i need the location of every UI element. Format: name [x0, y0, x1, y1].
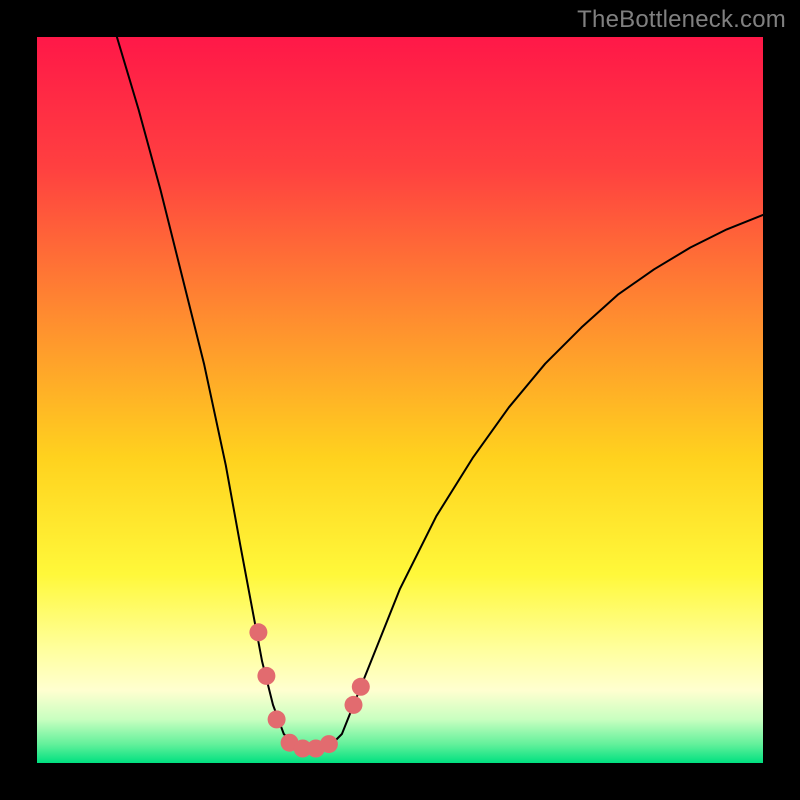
- highlight-marker: [249, 623, 267, 641]
- bottleneck-chart: [0, 0, 800, 800]
- highlight-marker: [352, 678, 370, 696]
- highlight-marker: [257, 667, 275, 685]
- highlight-marker: [268, 710, 286, 728]
- chart-container: TheBottleneck.com: [0, 0, 800, 800]
- highlight-marker: [345, 696, 363, 714]
- highlight-marker: [320, 735, 338, 753]
- plot-background: [37, 37, 763, 763]
